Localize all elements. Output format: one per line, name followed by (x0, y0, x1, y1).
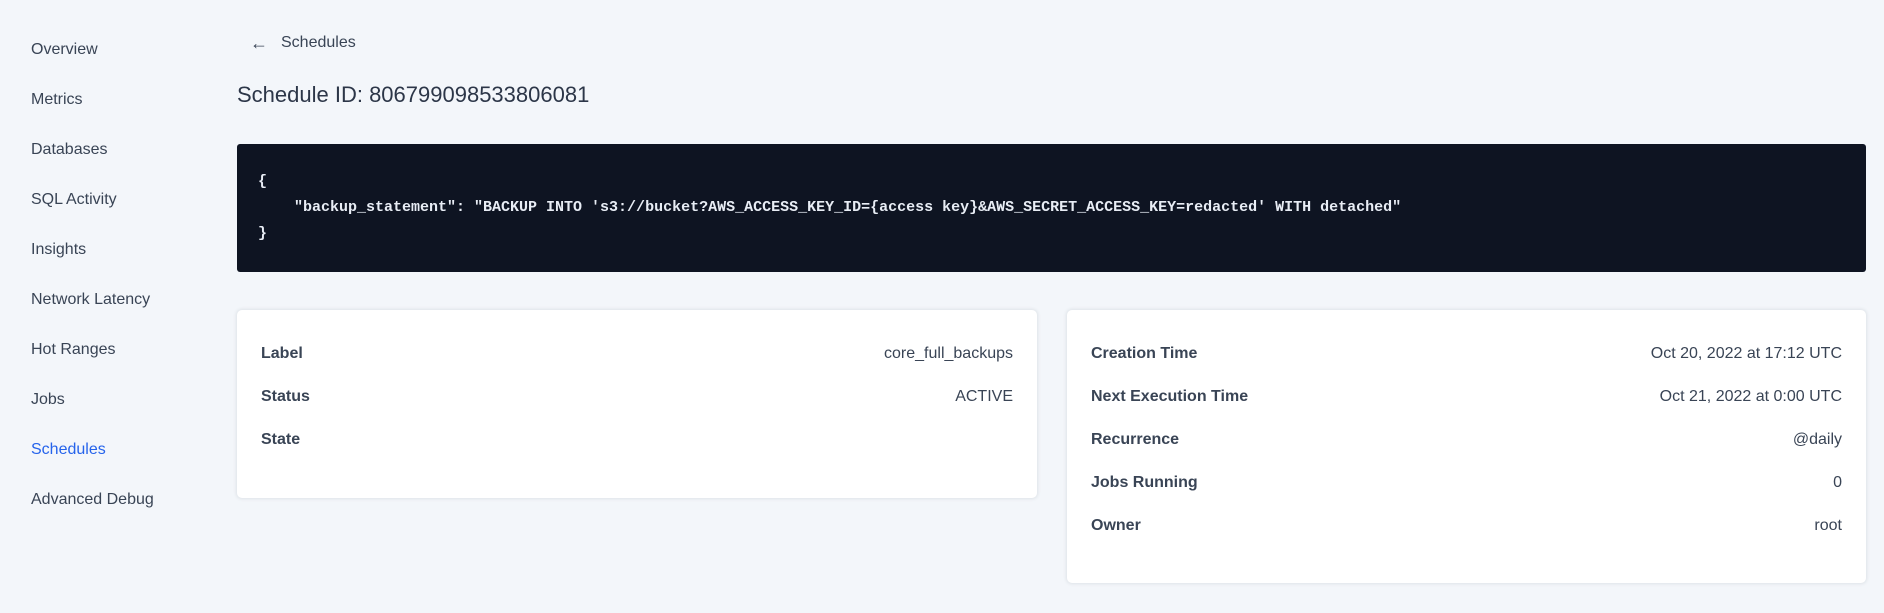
backup-statement-code-block: { "backup_statement": "BACKUP INTO 's3:/… (237, 144, 1866, 272)
page-title: Schedule ID: 806799098533806081 (237, 82, 590, 107)
detail-row-creation-time: Creation Time Oct 20, 2022 at 17:12 UTC (1091, 332, 1842, 375)
schedule-detail-page: ← Schedules Schedule ID: 806799098533806… (237, 0, 1866, 583)
back-link-label: Schedules (281, 34, 356, 51)
detail-label: Status (261, 387, 310, 405)
detail-value: Oct 20, 2022 at 17:12 UTC (1650, 344, 1842, 362)
sidebar-item-insights[interactable]: Insights (31, 240, 220, 260)
detail-row-next-execution-time: Next Execution Time Oct 21, 2022 at 0:00… (1091, 375, 1842, 418)
detail-row-status: Status ACTIVE (261, 375, 1013, 418)
sidebar-item-databases[interactable]: Databases (31, 140, 220, 160)
schedule-status-card: Label core_full_backups Status ACTIVE St… (237, 310, 1037, 498)
detail-value: root (1814, 516, 1842, 534)
sidebar-item-network-latency[interactable]: Network Latency (31, 290, 220, 310)
detail-value: core_full_backups (884, 344, 1013, 362)
detail-row-label: Label core_full_backups (261, 332, 1013, 375)
sidebar-item-jobs[interactable]: Jobs (31, 390, 220, 410)
back-arrow-icon: ← (250, 33, 268, 53)
sidebar-item-metrics[interactable]: Metrics (31, 90, 220, 110)
detail-label: Owner (1091, 516, 1141, 534)
detail-value: @daily (1792, 430, 1842, 448)
schedule-timing-card: Creation Time Oct 20, 2022 at 17:12 UTC … (1067, 310, 1866, 583)
detail-label: Jobs Running (1091, 473, 1198, 491)
detail-label: State (261, 430, 301, 448)
detail-value: ACTIVE (955, 387, 1013, 405)
detail-label: Label (261, 344, 303, 362)
sidebar-item-hot-ranges[interactable]: Hot Ranges (31, 340, 220, 360)
detail-value: 0 (1833, 473, 1842, 491)
detail-row-state: State (261, 418, 1013, 461)
back-link[interactable]: ← Schedules (250, 34, 356, 52)
detail-row-owner: Owner root (1091, 504, 1842, 547)
detail-row-jobs-running: Jobs Running 0 (1091, 461, 1842, 504)
detail-label: Recurrence (1091, 430, 1180, 448)
detail-label: Creation Time (1091, 344, 1198, 362)
sidebar-item-sql-activity[interactable]: SQL Activity (31, 190, 220, 210)
detail-cards-row: Label core_full_backups Status ACTIVE St… (237, 310, 1866, 583)
sidebar-item-overview[interactable]: Overview (31, 40, 220, 60)
sidebar: Overview Metrics Databases SQL Activity … (0, 0, 220, 613)
detail-label: Next Execution Time (1091, 387, 1249, 405)
detail-row-recurrence: Recurrence @daily (1091, 418, 1842, 461)
detail-value: Oct 21, 2022 at 0:00 UTC (1659, 387, 1842, 405)
sidebar-item-schedules[interactable]: Schedules (31, 440, 220, 460)
sidebar-item-advanced-debug[interactable]: Advanced Debug (31, 490, 220, 510)
